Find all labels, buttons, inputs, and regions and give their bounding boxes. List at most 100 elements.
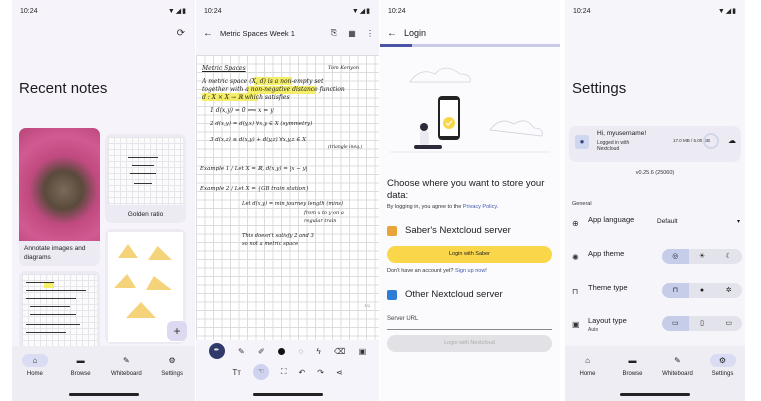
note-title[interactable]: Metric Spaces Week 1 bbox=[220, 29, 325, 38]
grid-view-icon[interactable]: ▦ bbox=[343, 29, 361, 38]
fullscreen-icon[interactable]: ⛶ bbox=[281, 367, 287, 377]
text-icon[interactable]: Tт bbox=[232, 368, 241, 377]
apple-icon[interactable]: ● bbox=[689, 283, 716, 298]
share-icon[interactable]: ⋖ bbox=[336, 368, 343, 377]
android-icon: ⊓ bbox=[572, 287, 579, 296]
language-dropdown[interactable]: Default ▾ bbox=[657, 218, 740, 225]
status-bar: 10:24 bbox=[380, 0, 560, 22]
cloud-upload-icon[interactable]: ☁ bbox=[728, 136, 736, 145]
account-card[interactable]: ● Hi, myusername! Logged in with Nextclo… bbox=[569, 126, 741, 162]
settings-screen: 10:24 ▼◢▮ Settings ● Hi, myusername! Log… bbox=[565, 0, 745, 401]
signup-text: Don't have an account yet? Sign up now! bbox=[387, 268, 487, 274]
progress-fill bbox=[380, 44, 413, 47]
note-thumbnail bbox=[108, 137, 183, 205]
signup-link[interactable]: Sign up now bbox=[455, 268, 485, 274]
login-with-saber-button[interactable]: Login with Saber bbox=[387, 246, 552, 263]
nav-home[interactable]: ⌂ Home bbox=[568, 354, 608, 401]
dropdown-arrow-icon: ▾ bbox=[737, 219, 741, 225]
person-icon: ● bbox=[575, 135, 589, 149]
status-bar: 10:24 ▼◢▮ bbox=[196, 0, 379, 22]
sync-icon[interactable]: ⟳ bbox=[177, 28, 185, 39]
cat-image bbox=[19, 128, 100, 241]
gesture-bar bbox=[68, 393, 139, 396]
nav-settings[interactable]: ⚙ Settings bbox=[703, 354, 743, 401]
setting-app-language[interactable]: ⊕ App language Default ▾ bbox=[572, 215, 740, 239]
login-appbar: ← Login bbox=[380, 22, 560, 44]
note-caption: Annotate images and diagrams bbox=[19, 241, 100, 266]
setting-layout-type: ▣ Layout type Auto ▭ ▯ ▭ bbox=[572, 316, 742, 340]
setting-app-theme: ✺ App theme ◎ ☀ ☾ bbox=[572, 249, 742, 273]
status-time: 10:24 bbox=[20, 7, 38, 15]
status-time: 10:24 bbox=[204, 7, 222, 15]
material-icon[interactable]: ⊓ bbox=[662, 283, 689, 298]
back-arrow-icon[interactable]: ← bbox=[196, 28, 220, 39]
fountain-pen-icon[interactable]: ✒ bbox=[208, 343, 225, 359]
theme-auto-icon[interactable]: ◎ bbox=[662, 249, 689, 264]
laser-pointer-icon[interactable]: ϟ bbox=[316, 347, 320, 356]
gesture-bar bbox=[252, 393, 323, 396]
theme-dark-icon[interactable]: ☾ bbox=[715, 249, 742, 264]
phone-icon[interactable]: ▯ bbox=[689, 316, 716, 331]
redo-icon[interactable]: ↷ bbox=[317, 368, 324, 377]
note-line: Let d(x,y) = min journey length (mins) bbox=[242, 201, 343, 207]
note-line: Example 2 / Let X = {GB train station} bbox=[200, 186, 310, 192]
page-title: Settings bbox=[572, 80, 627, 97]
action-row: Tт ☜ ⛶ ↶ ↷ ⋖ bbox=[196, 364, 379, 380]
status-time: 10:24 bbox=[388, 7, 406, 15]
drawing-canvas[interactable]: Metric Spaces Tom Kenyon A metric space … bbox=[196, 55, 379, 340]
privacy-text: By logging in, you agree to the Privacy … bbox=[387, 204, 499, 210]
note-line: A metric space (X, d) is a non-empty set bbox=[202, 78, 324, 85]
privacy-policy-link[interactable]: Privacy Policy bbox=[463, 204, 497, 210]
shape-pen-icon[interactable]: ◌ bbox=[298, 347, 303, 356]
note-caption: Golden ratio bbox=[127, 210, 164, 218]
highlighter-icon[interactable]: ✐ bbox=[258, 347, 265, 356]
section-title: General bbox=[572, 201, 592, 207]
page-title: Login bbox=[404, 28, 427, 38]
folder-icon: ▬ bbox=[628, 356, 637, 365]
note-line: 2 d(x,y) = d(y,x) ∀x,y ∈ X (symmetry) bbox=[210, 121, 313, 127]
page-number: 1/2 bbox=[364, 303, 371, 308]
ballpoint-pen-icon[interactable]: ✎ bbox=[238, 347, 245, 356]
server-url-field[interactable]: Server URL bbox=[387, 313, 552, 330]
color-swatch[interactable] bbox=[278, 347, 286, 355]
desktop-icon[interactable]: ▭ bbox=[715, 316, 742, 331]
login-status: Logged in with Nextcloud bbox=[597, 140, 630, 153]
export-icon[interactable]: ⎘ bbox=[325, 28, 343, 38]
tool-row: ✒ ✎ ✐ ◌ ϟ ⌫ ▣ bbox=[196, 343, 379, 359]
tablet-icon[interactable]: ▭ bbox=[662, 316, 689, 331]
note-author: Tom Kenyon bbox=[328, 65, 360, 71]
login-screen: 10:24 ← Login Choose where you want to s… bbox=[380, 0, 560, 401]
note-card[interactable] bbox=[19, 271, 100, 351]
select-icon[interactable]: ☜ bbox=[252, 364, 269, 380]
status-time: 10:24 bbox=[573, 7, 591, 15]
gear-icon: ⚙ bbox=[709, 354, 736, 367]
more-vert-icon[interactable]: ⋮ bbox=[361, 29, 379, 38]
status-bar: 10:24 ▼◢▮ bbox=[565, 0, 745, 22]
add-note-button[interactable]: + bbox=[167, 321, 187, 341]
note-card[interactable]: Golden ratio bbox=[105, 134, 186, 223]
theme-type-segmented-control: ⊓ ● ✲ bbox=[662, 283, 742, 298]
whiteboard-icon: ✎ bbox=[674, 356, 681, 365]
note-line: regular train bbox=[304, 218, 337, 224]
folder-icon: ▬ bbox=[76, 356, 85, 365]
nav-home[interactable]: ⌂ Home bbox=[15, 354, 55, 401]
theme-segmented-control: ◎ ☀ ☾ bbox=[662, 249, 742, 264]
fluent-icon[interactable]: ✲ bbox=[715, 283, 742, 298]
home-icon: ⌂ bbox=[21, 354, 48, 367]
theme-light-icon[interactable]: ☀ bbox=[689, 249, 716, 264]
note-line: from x to y on a bbox=[304, 210, 344, 216]
eraser-icon[interactable]: ⌫ bbox=[334, 347, 345, 356]
back-arrow-icon[interactable]: ← bbox=[380, 28, 404, 39]
note-line: Example 1 / Let X = ℝ, d(x,y) = |x − y| bbox=[200, 166, 308, 172]
status-icons: ▼◢▮ bbox=[717, 8, 737, 15]
image-icon[interactable]: ▣ bbox=[359, 347, 367, 356]
undo-icon[interactable]: ↶ bbox=[299, 368, 306, 377]
login-with-nextcloud-button[interactable]: Login with Nextcloud bbox=[387, 335, 552, 352]
note-card[interactable]: Annotate images and diagrams bbox=[19, 128, 100, 266]
note-line: 1 d(x,y) = 0 ⟺ x = y bbox=[210, 107, 274, 114]
nextcloud-logo-icon bbox=[387, 289, 397, 300]
gesture-bar bbox=[620, 393, 690, 396]
note-line: This doesn't satisfy 2 and 3 bbox=[242, 233, 314, 239]
note-line: d : X × X → ℝ which satisfies bbox=[202, 94, 290, 101]
nav-settings[interactable]: ⚙ Settings bbox=[152, 354, 192, 401]
